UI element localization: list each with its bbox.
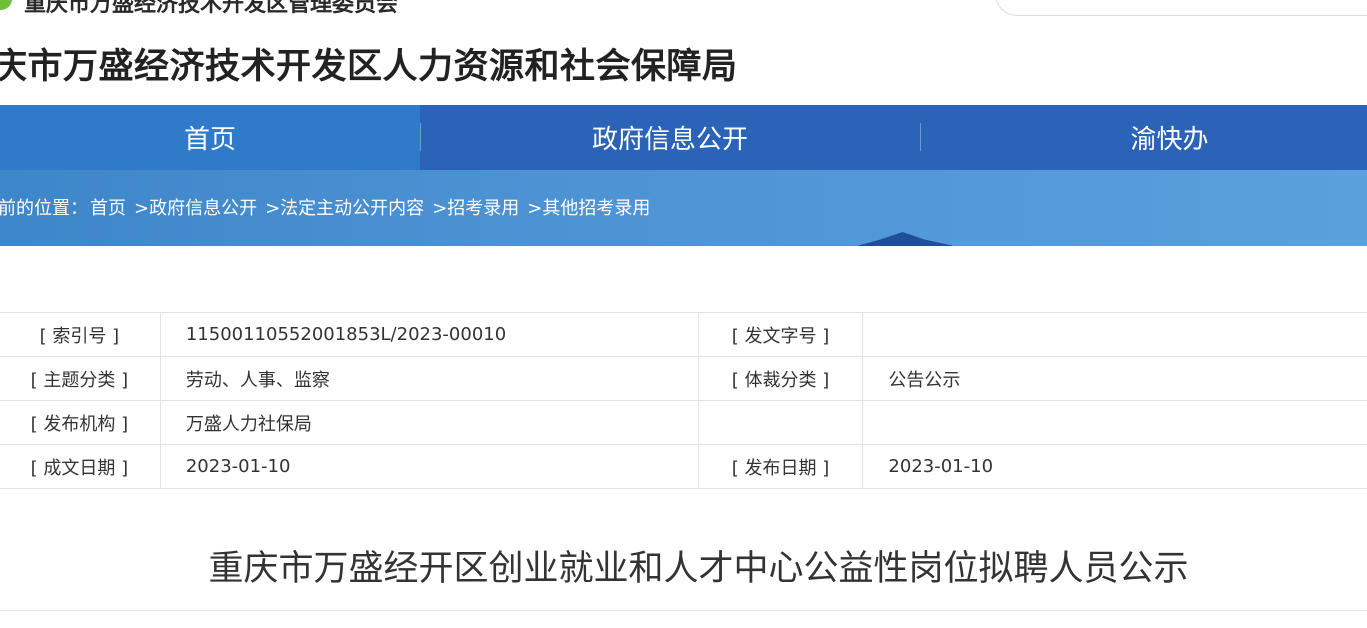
- meta-label: [ 发文字号 ]: [697, 312, 864, 357]
- breadcrumb-prefix: 前的位置：: [0, 198, 88, 219]
- table-row: [ 索引号 ] 11500110552001853L/2023-00010 [ …: [0, 312, 1367, 357]
- meta-label: [ 索引号 ]: [0, 312, 161, 357]
- breadcrumb-link-home[interactable]: 首页: [90, 198, 126, 219]
- nav-item-home[interactable]: 首页: [0, 105, 420, 170]
- top-strip: 重庆市万盛经济技术开发区管理委员会: [0, 0, 1367, 20]
- meta-value: 劳动、人事、监察: [159, 356, 699, 401]
- meta-value: 11500110552001853L/2023-00010: [159, 312, 699, 357]
- nav-item-yukuaiban[interactable]: 渝快办: [920, 105, 1367, 170]
- divider: [0, 610, 1367, 611]
- document-meta-table: [ 索引号 ] 11500110552001853L/2023-00010 [ …: [0, 312, 1367, 489]
- meta-value: 万盛人力社保局: [159, 400, 699, 445]
- breadcrumb-link-statutory[interactable]: >法定主动公开内容: [265, 198, 424, 219]
- breadcrumb-link-gov-info[interactable]: >政府信息公开: [134, 198, 257, 219]
- meta-value: [862, 400, 1367, 445]
- table-row: [ 成文日期 ] 2023-01-10 [ 发布日期 ] 2023-01-10: [0, 444, 1367, 489]
- table-row: [ 主题分类 ] 劳动、人事、监察 [ 体裁分类 ] 公告公示: [0, 356, 1367, 401]
- nav-item-gov-info[interactable]: 政府信息公开: [420, 105, 920, 170]
- nav-item-label: 政府信息公开: [591, 125, 748, 155]
- main-nav: 首页 政府信息公开 渝快办: [0, 105, 1367, 170]
- nav-divider: [920, 123, 921, 151]
- meta-value: 公告公示: [862, 356, 1367, 401]
- search-input[interactable]: [995, 0, 1367, 16]
- meta-value: 2023-01-10: [862, 444, 1367, 489]
- meta-label: [ 发布日期 ]: [697, 444, 864, 489]
- nav-item-label: 渝快办: [1130, 125, 1209, 155]
- meta-value: 2023-01-10: [159, 444, 699, 489]
- document-title: 重庆市万盛经开区创业就业和人才中心公益性岗位拟聘人员公示: [208, 549, 1189, 589]
- breadcrumb-link-other-recruitment[interactable]: >其他招考录用: [527, 198, 650, 219]
- breadcrumb: 前的位置： 首页 >政府信息公开 >法定主动公开内容 >招考录用 >其他招考录用: [0, 194, 658, 220]
- nav-divider: [420, 123, 421, 151]
- table-row: [ 发布机构 ] 万盛人力社保局: [0, 400, 1367, 445]
- building-roof-decoration: [842, 232, 952, 246]
- meta-label: [ 成文日期 ]: [0, 444, 161, 489]
- meta-label: [ 发布机构 ]: [0, 400, 161, 445]
- site-title: 庆市万盛经济技术开发区人力资源和社会保障局: [0, 47, 738, 87]
- top-header-text: 重庆市万盛经济技术开发区管理委员会: [24, 0, 399, 17]
- meta-label: [ 体裁分类 ]: [697, 356, 864, 401]
- breadcrumb-link-recruitment[interactable]: >招考录用: [432, 198, 519, 219]
- nav-item-label: 首页: [183, 125, 236, 155]
- meta-value: [862, 312, 1367, 357]
- logo-icon: [0, 0, 12, 10]
- breadcrumb-banner: 前的位置： 首页 >政府信息公开 >法定主动公开内容 >招考录用 >其他招考录用: [0, 170, 1367, 246]
- meta-label: [ 主题分类 ]: [0, 356, 161, 401]
- meta-label: [697, 400, 864, 445]
